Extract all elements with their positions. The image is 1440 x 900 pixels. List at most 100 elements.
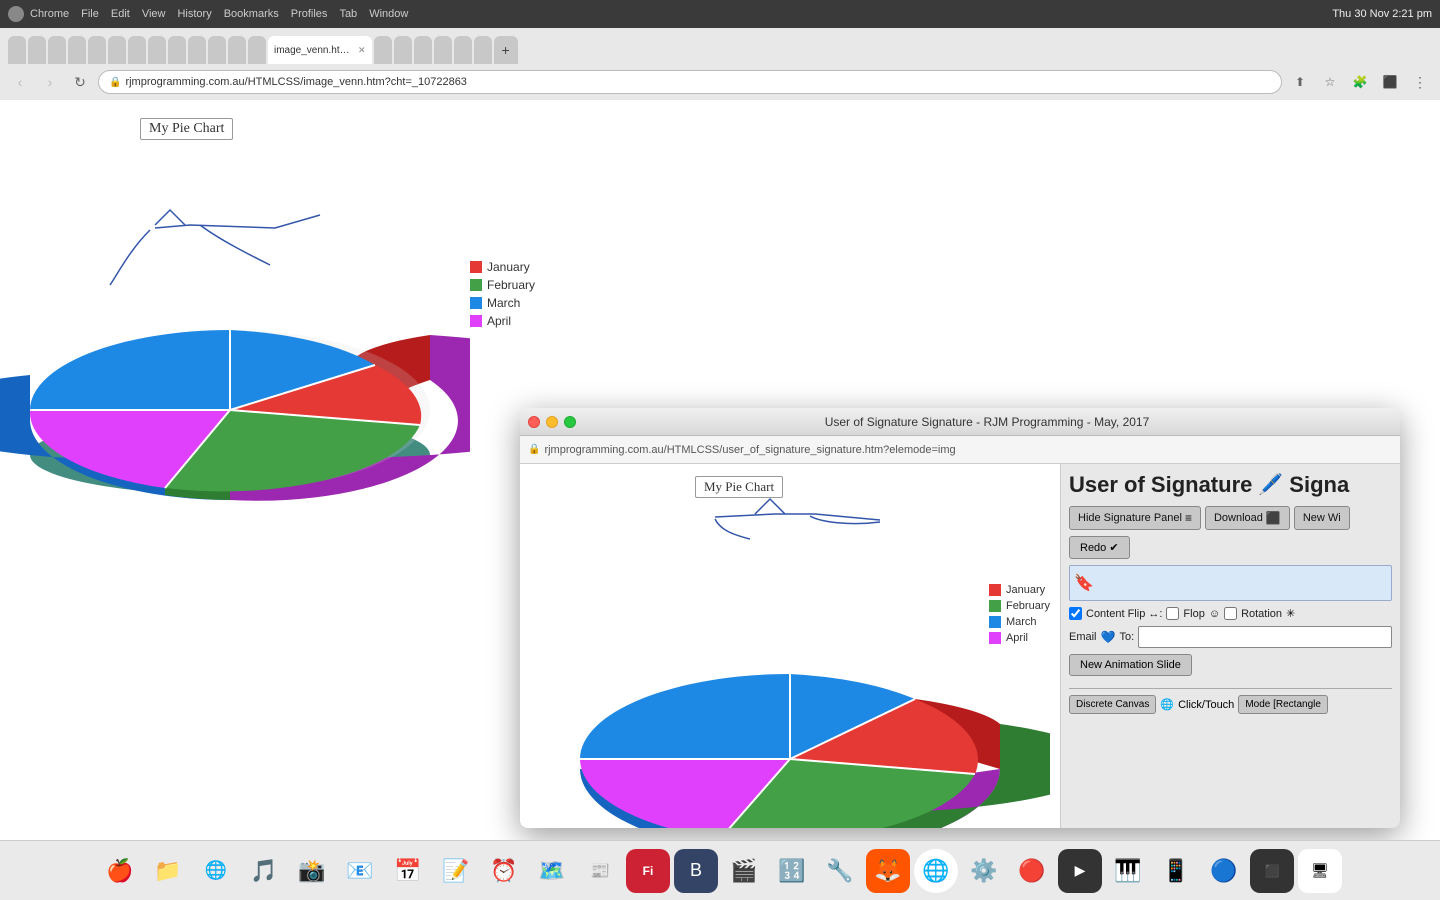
tab-item[interactable] bbox=[8, 36, 26, 64]
tab-item[interactable] bbox=[128, 36, 146, 64]
float-url-text: rjmprogramming.com.au/HTMLCSS/user_of_si… bbox=[544, 444, 955, 456]
dock-icon-reminders[interactable]: ⏰ bbox=[482, 849, 526, 893]
reader-mode-button[interactable]: ⬛ bbox=[1378, 70, 1402, 94]
legend-march: March bbox=[470, 296, 535, 310]
dock-icon-app7[interactable]: ⚙️ bbox=[962, 849, 1006, 893]
dock-icon-app12[interactable]: 🔵 bbox=[1202, 849, 1246, 893]
minimize-button[interactable] bbox=[546, 416, 558, 428]
menu-history[interactable]: History bbox=[177, 8, 211, 20]
menu-button[interactable]: ⋮ bbox=[1408, 70, 1432, 94]
menu-bookmarks[interactable]: Bookmarks bbox=[224, 8, 279, 20]
tab-item[interactable] bbox=[68, 36, 86, 64]
menu-tab[interactable]: Tab bbox=[339, 8, 357, 20]
mode-label: Mode [Rectangle bbox=[1245, 699, 1321, 710]
menu-view[interactable]: View bbox=[142, 8, 166, 20]
tab-item[interactable] bbox=[28, 36, 46, 64]
dock-icon-music[interactable]: 🎵 bbox=[242, 849, 286, 893]
new-animation-slide-button[interactable]: New Animation Slide bbox=[1069, 654, 1192, 676]
dock-icon-app13[interactable]: ⬛ bbox=[1250, 849, 1294, 893]
email-label: Email bbox=[1069, 631, 1097, 643]
dock-icon-launchpad[interactable]: 📁 bbox=[146, 849, 190, 893]
dock-icon-app10[interactable]: 🎹 bbox=[1106, 849, 1150, 893]
content-flip-checkbox[interactable] bbox=[1069, 607, 1082, 620]
tab-active[interactable]: image_venn.htm — rjmprogramming ✕ bbox=[268, 36, 372, 64]
tab-item[interactable] bbox=[88, 36, 106, 64]
tab-new[interactable]: + bbox=[494, 36, 518, 64]
dock-icon-app2[interactable]: B bbox=[674, 849, 718, 893]
mode-button[interactable]: Mode [Rectangle bbox=[1238, 695, 1328, 714]
dock-icon-app1[interactable]: Fi bbox=[626, 849, 670, 893]
dock-icon-app9[interactable]: ▶ bbox=[1058, 849, 1102, 893]
rotation-label: Rotation bbox=[1241, 608, 1282, 620]
share-button[interactable]: ⬆ bbox=[1288, 70, 1312, 94]
discrete-canvas-button[interactable]: Discrete Canvas bbox=[1069, 695, 1156, 714]
dock-icon-app3[interactable]: 🎬 bbox=[722, 849, 766, 893]
dock-icon-app6[interactable]: 🦊 bbox=[866, 849, 910, 893]
forward-button[interactable]: › bbox=[38, 70, 62, 94]
menu-window[interactable]: Window bbox=[369, 8, 408, 20]
float-legend-april: April bbox=[989, 632, 1050, 644]
float-titlebar: User of Signature Signature - RJM Progra… bbox=[520, 408, 1400, 436]
address-bar[interactable]: 🔒 rjmprogramming.com.au/HTMLCSS/image_ve… bbox=[98, 70, 1282, 94]
tab-item[interactable] bbox=[48, 36, 66, 64]
tab-item[interactable] bbox=[148, 36, 166, 64]
tab-item[interactable] bbox=[208, 36, 226, 64]
hide-signature-panel-button[interactable]: Hide Signature Panel ≡ bbox=[1069, 506, 1201, 530]
canvas-mode-row: Discrete Canvas 🌐 Click/Touch Mode [Rect… bbox=[1069, 695, 1392, 714]
tab-item[interactable] bbox=[434, 36, 452, 64]
panel-divider bbox=[1069, 688, 1392, 689]
new-wi-button[interactable]: New Wi bbox=[1294, 506, 1350, 530]
download-button[interactable]: Download ⬛ bbox=[1205, 506, 1290, 530]
tab-item[interactable] bbox=[374, 36, 392, 64]
tab-item[interactable] bbox=[188, 36, 206, 64]
new-anim-btn-label: New Animation Slide bbox=[1080, 659, 1181, 671]
float-legend-color-apr bbox=[989, 632, 1001, 644]
click-touch-label: Click/Touch bbox=[1178, 699, 1234, 711]
tab-item[interactable] bbox=[474, 36, 492, 64]
tab-item[interactable] bbox=[454, 36, 472, 64]
tab-item[interactable] bbox=[228, 36, 246, 64]
rotation-icon: ✳ bbox=[1286, 607, 1295, 620]
dock-icon-safari[interactable]: 🌐 bbox=[194, 849, 238, 893]
dock-icon-mail[interactable]: 📧 bbox=[338, 849, 382, 893]
tab-item[interactable] bbox=[168, 36, 186, 64]
tab-item[interactable] bbox=[248, 36, 266, 64]
bg-chart-title: My Pie Chart bbox=[140, 118, 233, 140]
redo-button[interactable]: Redo ✔ bbox=[1069, 536, 1130, 559]
dock-icon-chrome[interactable]: 🌐 bbox=[914, 849, 958, 893]
menu-file[interactable]: File bbox=[81, 8, 99, 20]
maximize-button[interactable] bbox=[564, 416, 576, 428]
dock-icon-app14[interactable]: 🖥 bbox=[1298, 849, 1342, 893]
back-button[interactable]: ‹ bbox=[8, 70, 32, 94]
rotation-checkbox[interactable] bbox=[1224, 607, 1237, 620]
dock-icon-photos[interactable]: 📸 bbox=[290, 849, 334, 893]
menu-chrome[interactable]: Chrome bbox=[30, 8, 69, 20]
dock-icon-app8[interactable]: 🔴 bbox=[1010, 849, 1054, 893]
background-chart-area: My Pie Chart bbox=[0, 100, 600, 550]
email-input[interactable] bbox=[1138, 626, 1392, 648]
menu-edit[interactable]: Edit bbox=[111, 8, 130, 20]
extensions-button[interactable]: 🧩 bbox=[1348, 70, 1372, 94]
panel-buttons-row: Hide Signature Panel ≡ Download ⬛ New Wi bbox=[1069, 506, 1392, 530]
tab-close-icon[interactable]: ✕ bbox=[358, 45, 366, 56]
dock-icon-news[interactable]: 📰 bbox=[578, 849, 622, 893]
dock-icon-calendar[interactable]: 📅 bbox=[386, 849, 430, 893]
browser-menu-bar: Chrome File Edit View History Bookmarks … bbox=[0, 0, 1440, 28]
dock-icon-app11[interactable]: 📱 bbox=[1154, 849, 1198, 893]
float-legend-february: February bbox=[989, 600, 1050, 612]
dock-icon-notes[interactable]: 📝 bbox=[434, 849, 478, 893]
click-touch-icon: 🌐 bbox=[1160, 698, 1174, 711]
dock-icon-app4[interactable]: 🔢 bbox=[770, 849, 814, 893]
dock-icon-app5[interactable]: 🔧 bbox=[818, 849, 862, 893]
refresh-button[interactable]: ↻ bbox=[68, 70, 92, 94]
flop-checkbox[interactable] bbox=[1166, 607, 1179, 620]
bookmark-button[interactable]: ☆ bbox=[1318, 70, 1342, 94]
dock-icon-finder[interactable]: 🍎 bbox=[98, 849, 142, 893]
panel-heading-text: User of Signature bbox=[1069, 472, 1252, 498]
close-button[interactable] bbox=[528, 416, 540, 428]
menu-profiles[interactable]: Profiles bbox=[291, 8, 328, 20]
tab-item[interactable] bbox=[414, 36, 432, 64]
tab-item[interactable] bbox=[108, 36, 126, 64]
tab-item[interactable] bbox=[394, 36, 412, 64]
dock-icon-maps[interactable]: 🗺️ bbox=[530, 849, 574, 893]
